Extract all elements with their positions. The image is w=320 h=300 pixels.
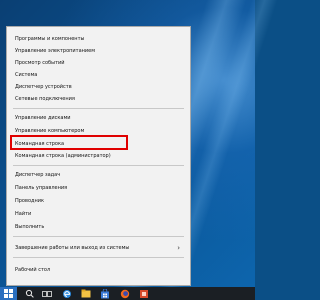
menu-item-label: Завершение работы или выход из системы xyxy=(15,245,130,251)
menu-item-command-prompt[interactable]: Командная строка xyxy=(7,138,190,150)
menu-item-computer-management[interactable]: Управление компьютером xyxy=(7,125,190,137)
start-button[interactable] xyxy=(0,287,17,300)
firefox-taskbar-button[interactable] xyxy=(118,287,132,300)
task-view-button[interactable] xyxy=(40,287,54,300)
taskbar xyxy=(0,287,255,300)
menu-item-disk-management[interactable]: Управление дисками xyxy=(7,112,190,124)
task-view-icon xyxy=(42,290,52,297)
app-icon xyxy=(140,289,148,298)
app-taskbar-button[interactable] xyxy=(137,287,151,300)
menu-item-run[interactable]: Выполнить xyxy=(7,221,190,233)
menu-item-control-panel[interactable]: Панель управления xyxy=(7,182,190,194)
firefox-icon xyxy=(120,289,130,298)
menu-item-shut-down-or-sign-out[interactable]: Завершение работы или выход из системы › xyxy=(7,242,190,254)
win-x-context-menu: Программы и компоненты Управление электр… xyxy=(6,26,191,286)
menu-separator xyxy=(13,236,184,237)
file-explorer-icon xyxy=(81,289,91,298)
menu-item-network-connections[interactable]: Сетевые подключения xyxy=(7,93,190,105)
edge-icon xyxy=(63,289,71,298)
menu-item-task-manager[interactable]: Диспетчер задач xyxy=(7,169,190,181)
menu-item-command-prompt-admin[interactable]: Командная строка (администратор) xyxy=(7,150,190,162)
menu-item-programs-and-features[interactable]: Программы и компоненты xyxy=(7,33,190,45)
search-button[interactable] xyxy=(22,287,36,300)
menu-separator xyxy=(13,108,184,109)
windows-logo-icon xyxy=(4,289,13,298)
menu-item-device-manager[interactable]: Диспетчер устройств xyxy=(7,81,190,93)
edge-taskbar-button[interactable] xyxy=(60,287,74,300)
search-icon xyxy=(25,289,34,298)
menu-item-desktop[interactable]: Рабочий стол xyxy=(7,264,190,276)
menu-separator xyxy=(13,165,184,166)
menu-item-system[interactable]: Система xyxy=(7,69,190,81)
menu-separator xyxy=(13,257,184,258)
menu-item-search[interactable]: Найти xyxy=(7,208,190,220)
chevron-right-icon: › xyxy=(177,244,180,252)
menu-item-file-explorer[interactable]: Проводник xyxy=(7,195,190,207)
store-taskbar-button[interactable] xyxy=(98,287,112,300)
file-explorer-taskbar-button[interactable] xyxy=(79,287,93,300)
menu-item-power-options[interactable]: Управление электропитанием xyxy=(7,45,190,57)
menu-item-event-viewer[interactable]: Просмотр событий xyxy=(7,57,190,69)
store-icon xyxy=(101,288,109,298)
